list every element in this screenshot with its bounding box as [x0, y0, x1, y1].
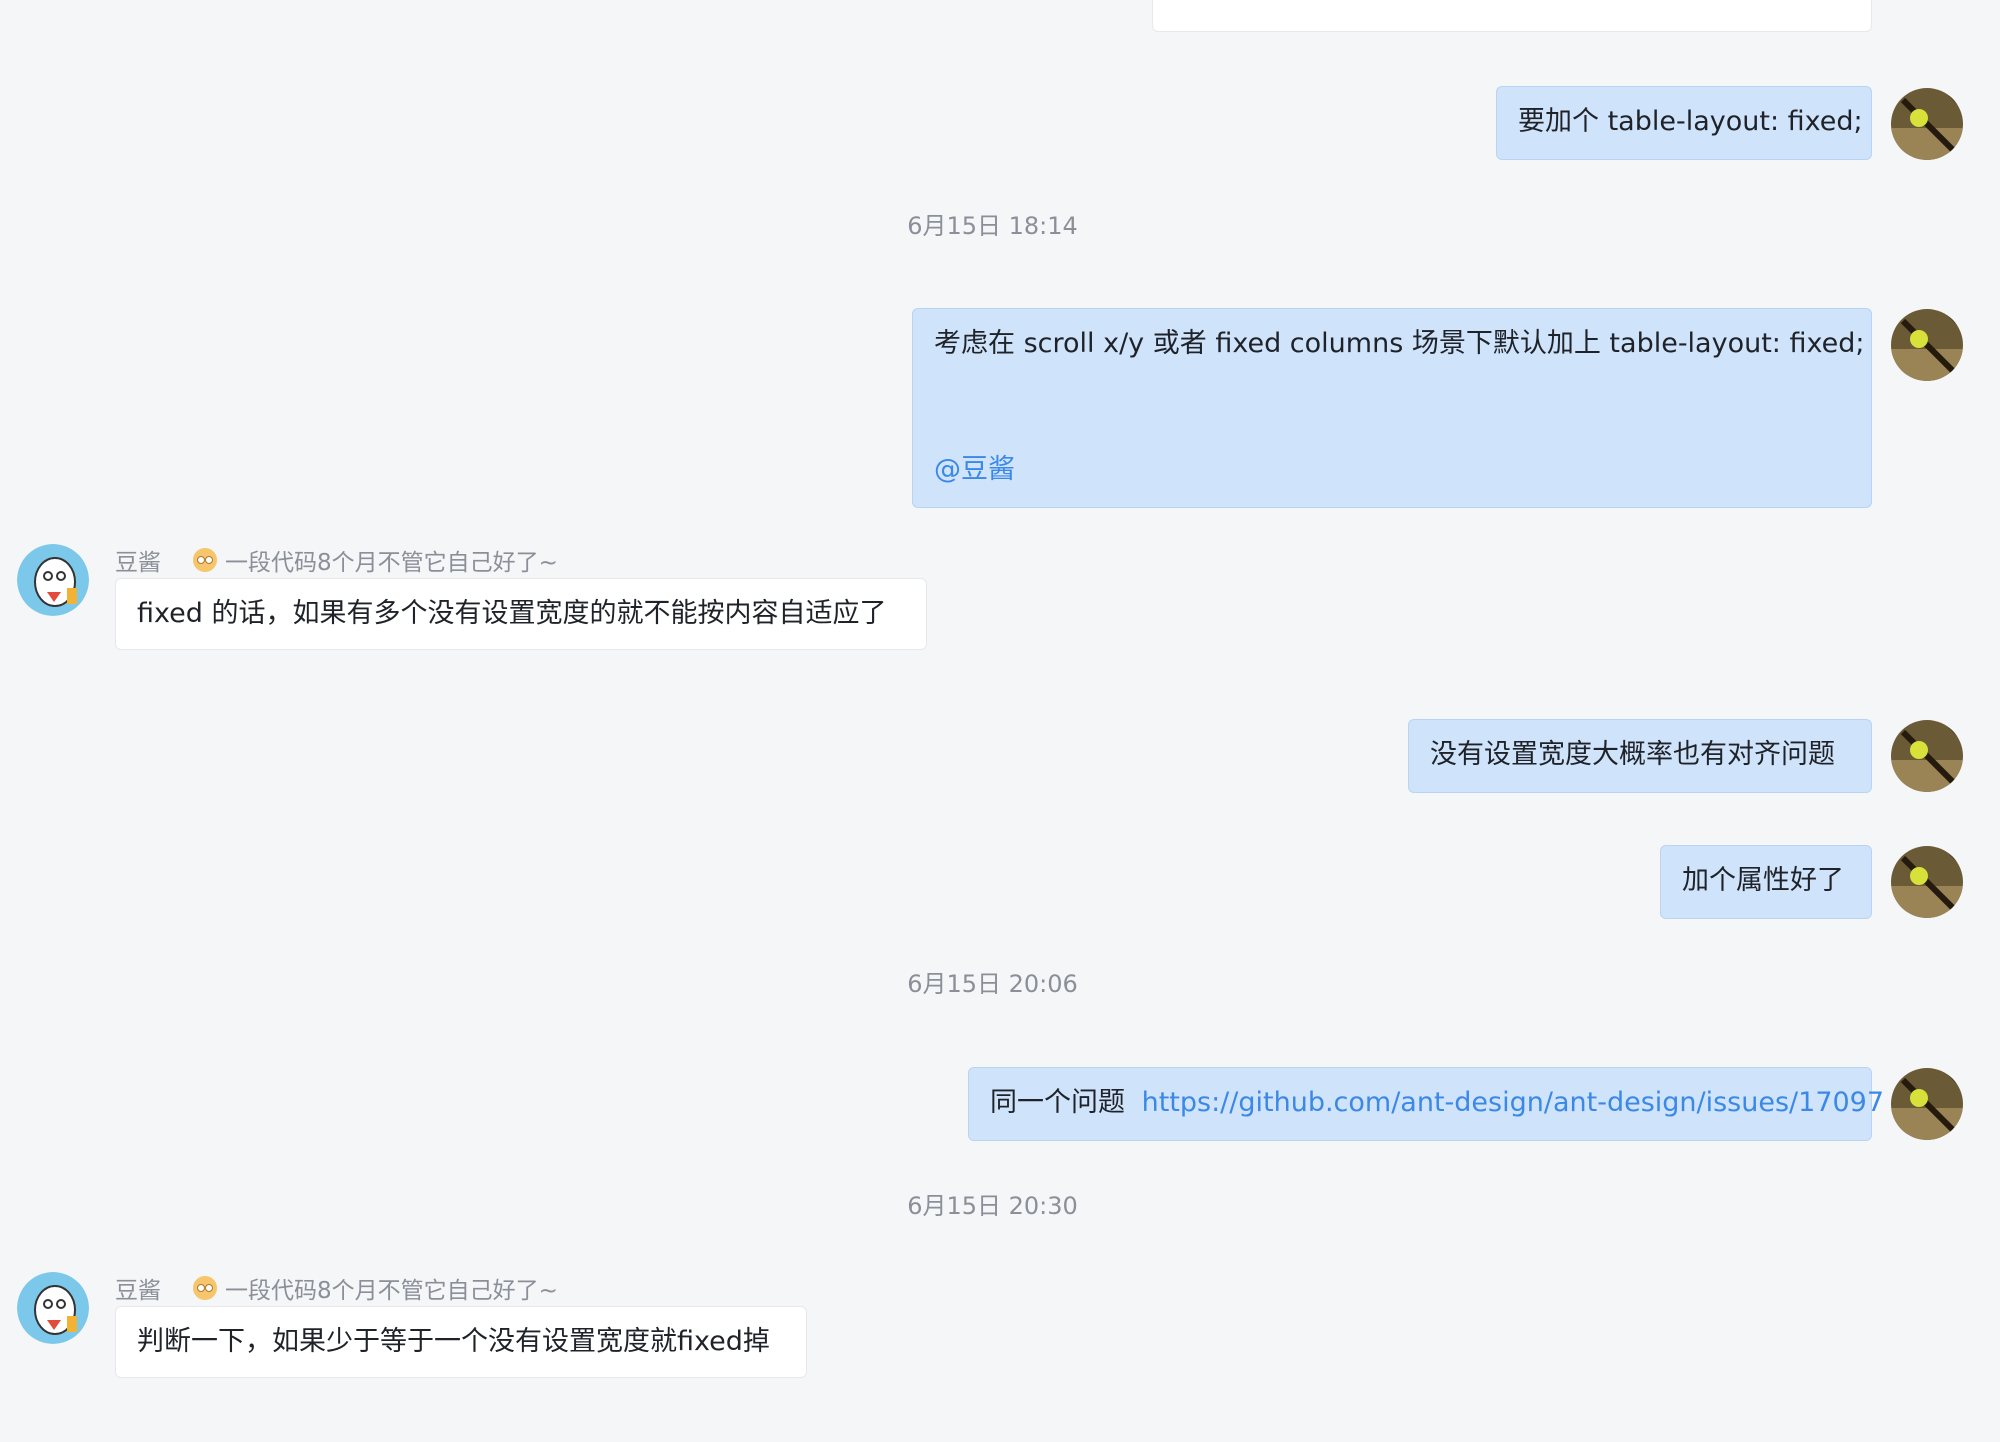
self-avatar-photo-icon — [1891, 309, 1963, 381]
self-avatar[interactable] — [1891, 1068, 1963, 1140]
timestamp: 6月15日 20:06 — [907, 970, 1078, 998]
message-text: fixed 的话，如果有多个没有设置宽度的就不能按内容自适应了 — [137, 598, 887, 629]
mention-link[interactable]: @豆酱 — [934, 452, 1850, 488]
self-avatar[interactable] — [1891, 846, 1963, 918]
message-bubble-incoming: 判断一下，如果少于等于一个没有设置宽度就fixed掉 — [115, 1306, 807, 1378]
self-avatar-photo-icon — [1891, 88, 1963, 160]
message-text: 考虑在 scroll x/y 或者 fixed columns 场景下默认加上 … — [934, 328, 1865, 359]
issue-link[interactable]: https://github.com/ant-design/ant-design… — [1142, 1087, 1884, 1118]
message-text: 加个属性好了 — [1682, 865, 1844, 896]
timestamp: 6月15日 18:14 — [907, 212, 1078, 240]
self-avatar-photo-icon — [1891, 1068, 1963, 1140]
sender-header: 豆酱 一段代码8个月不管它自己好了~ — [115, 543, 558, 577]
self-avatar[interactable] — [1891, 720, 1963, 792]
flushed-face-icon — [193, 548, 217, 572]
sender-status: 一段代码8个月不管它自己好了~ — [225, 550, 558, 576]
self-avatar[interactable] — [1891, 88, 1963, 160]
self-avatar-photo-icon — [1891, 846, 1963, 918]
self-avatar[interactable] — [1891, 309, 1963, 381]
cartoon-avatar-icon — [17, 544, 89, 616]
message-text: 要加个 table-layout: fixed; — [1518, 106, 1863, 137]
sender-header: 豆酱 一段代码8个月不管它自己好了~ — [115, 1271, 558, 1305]
sender-name[interactable]: 豆酱 — [115, 1271, 161, 1305]
sender-avatar[interactable] — [17, 1272, 89, 1344]
cartoon-avatar-icon — [17, 1272, 89, 1344]
message-text: 判断一下，如果少于等于一个没有设置宽度就fixed掉 — [137, 1326, 770, 1357]
message-bubble-outgoing: 同一个问题 https://github.com/ant-design/ant-… — [968, 1067, 1884, 1141]
flushed-face-icon — [193, 1276, 217, 1300]
message-bubble-outgoing: 考虑在 scroll x/y 或者 fixed columns 场景下默认加上 … — [912, 308, 1872, 508]
sender-status: 一段代码8个月不管它自己好了~ — [225, 1278, 558, 1304]
message-bubble-partial: 54eqd — [1152, 0, 1872, 32]
self-avatar-photo-icon — [1891, 720, 1963, 792]
message-text: 没有设置宽度大概率也有对齐问题 — [1430, 739, 1835, 770]
sender-name[interactable]: 豆酱 — [115, 543, 161, 577]
sender-avatar[interactable] — [17, 544, 89, 616]
message-bubble-outgoing: 要加个 table-layout: fixed; — [1496, 86, 1872, 160]
message-bubble-outgoing: 加个属性好了 — [1660, 845, 1872, 919]
timestamp: 6月15日 20:30 — [907, 1192, 1078, 1220]
message-bubble-outgoing: 没有设置宽度大概率也有对齐问题 — [1408, 719, 1872, 793]
message-bubble-incoming: fixed 的话，如果有多个没有设置宽度的就不能按内容自适应了 — [115, 578, 927, 650]
message-text: 同一个问题 — [990, 1087, 1125, 1118]
